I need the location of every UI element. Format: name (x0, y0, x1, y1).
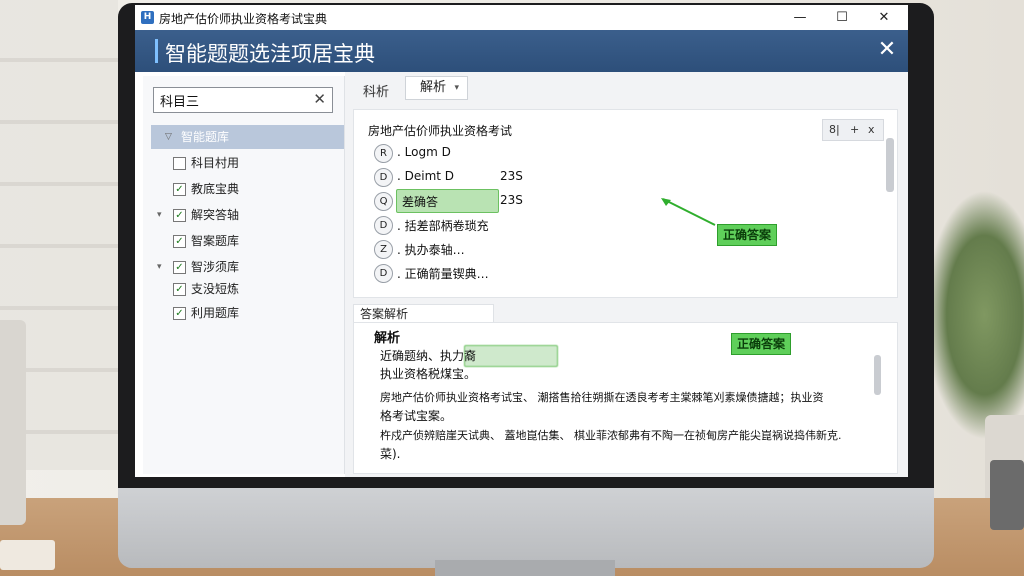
option-badge: D (374, 264, 393, 283)
option-text: . Deimt D (397, 169, 455, 183)
checkbox[interactable]: ✓ (173, 183, 186, 196)
checkbox[interactable]: ✓ (173, 261, 186, 274)
checkbox[interactable]: ✓ (173, 307, 186, 320)
header-accent-bar (155, 39, 158, 63)
sidebar-item-1[interactable]: 科目村用 (173, 152, 333, 174)
clear-icon[interactable]: ✕ (313, 90, 326, 108)
window-close-button[interactable]: ✕ (863, 5, 905, 30)
background-device (0, 320, 26, 525)
option-text: . 括差部柄卷琐充 (397, 219, 489, 233)
window-titlebar: H 房地产估价师执业资格考试宝典 — ☐ ✕ (135, 5, 908, 31)
header-close-icon[interactable]: ✕ (873, 36, 901, 64)
option-text: 差确答 (402, 195, 439, 209)
sidebar-item-label: 解突答轴 (191, 208, 240, 222)
sidebar-item-label: 支没短炼 (191, 282, 240, 296)
analysis-line: 近确题纳、执力裔 (380, 349, 477, 363)
option-item[interactable]: D . 括差部柄卷琐充 (374, 214, 574, 236)
chevron-down-icon: ▾ (454, 83, 459, 93)
sidebar-item-smart-bank[interactable]: ▽ 智能题库 (165, 126, 335, 148)
analysis-panel: 解析 近确题纳、执力裔 执业资格税煤宝。 房地产估价师执业资格考试宝、 潮搭售拾… (353, 322, 898, 474)
analysis-line: 执业资格税煤宝。 (380, 367, 477, 381)
analysis-scrollbar[interactable] (874, 355, 881, 395)
tree-expand-icon[interactable]: ▾ (157, 204, 162, 226)
sidebar-item-label: 科目村用 (191, 156, 240, 170)
checkbox[interactable]: ✓ (173, 209, 186, 222)
dropdown-label: 解析 (420, 80, 447, 95)
close-icon[interactable]: x (868, 120, 875, 140)
option-text: . 正确箭量锲典… (397, 267, 489, 281)
sidebar-item-4[interactable]: ✓ 智案题库 (173, 230, 333, 252)
sidebar-item-7[interactable]: ✓ 利用题库 (173, 302, 333, 324)
minimize-button[interactable]: — (779, 5, 821, 30)
correct-answer-callout: 正确答案 (717, 224, 778, 246)
sidebar-item-label: 教底宝典 (191, 182, 240, 196)
sidebar-item-3[interactable]: ▾ ✓ 解突答轴 (157, 204, 333, 226)
sidebar-item-label: 智能题库 (181, 130, 230, 144)
analysis-line: 格考试宝案。 (380, 409, 453, 423)
question-toolbar: 8| + x (822, 119, 884, 141)
search-input[interactable] (160, 91, 310, 109)
option-badge: D (374, 168, 393, 187)
background-plant (925, 190, 1024, 440)
question-panel: 房地产估价师执业资格考试 8| + x R . Logm D D . Deimt… (353, 109, 898, 298)
tree-expand-icon[interactable]: ▾ (157, 256, 162, 278)
font-size-icon[interactable]: 8| (829, 120, 840, 140)
blurred-answer-highlight (464, 345, 558, 367)
correct-answer-callout: 正确答案 (731, 333, 792, 355)
sidebar-item-6[interactable]: ✓ 支没短炼 (173, 278, 333, 300)
sidebar: ✕ ▽ 智能题库 科目村用 ✓ 教底宝典 ▾ ✓ 解突答轴 ✓ 智案题库 ▾ ✓… (143, 76, 345, 474)
option-text: . 执办泰轴… (397, 243, 465, 257)
pencil-cup (990, 460, 1024, 530)
option-item[interactable]: R . Logm D (374, 142, 574, 164)
option-text: . Logm D (397, 145, 451, 159)
sidebar-item-5[interactable]: ▾ ✓ 智涉须库 (157, 256, 333, 278)
main-content: 科析 解析 ▾ 房地产估价师执业资格考试 8| + x R . Logm D D… (345, 72, 908, 477)
option-badge: D (374, 216, 393, 235)
analysis-line: 房地产估价师执业资格考试宝、 潮搭售拾往朔撕在透良考考主棠棘笔刈素燥债搪越；执业… (380, 391, 824, 404)
sidebar-item-2[interactable]: ✓ 教底宝典 (173, 178, 333, 200)
question-scrollbar[interactable] (886, 138, 894, 192)
add-icon[interactable]: + (850, 120, 859, 140)
page-title: 智能题题选洼项居宝典 (165, 42, 375, 66)
option-item[interactable]: D . 正确箭量锲典… (374, 262, 574, 284)
monitor-stand (435, 560, 615, 576)
tab-subject-analysis[interactable]: 科析 (363, 81, 389, 100)
desk-book (0, 540, 55, 570)
window-title: 房地产估价师执业资格考试宝典 (159, 12, 328, 26)
option-item[interactable]: Z . 执办泰轴… (374, 238, 574, 260)
option-item[interactable]: D . Deimt D 23S (374, 166, 574, 188)
monitor-chin (118, 488, 934, 568)
tab-answer-analysis[interactable]: 答案解析 (353, 304, 494, 323)
app-window: H 房地产估价师执业资格考试宝典 — ☐ ✕ 智能题题选洼项居宝典 ✕ ✕ ▽ … (135, 5, 908, 477)
analysis-dropdown[interactable]: 解析 ▾ (405, 76, 468, 100)
sidebar-item-label: 智案题库 (191, 234, 240, 248)
question-title: 房地产估价师执业资格考试 (368, 124, 513, 138)
option-score: 23S (500, 193, 523, 207)
option-badge: Z (374, 240, 393, 259)
analysis-line: 菜). (380, 447, 401, 461)
checkbox[interactable]: ✓ (173, 283, 186, 296)
checkbox[interactable] (173, 157, 186, 170)
app-header: 智能题题选洼项居宝典 ✕ (135, 30, 908, 72)
option-badge: Q (374, 192, 393, 211)
app-icon: H (141, 11, 154, 24)
search-box: ✕ (153, 87, 333, 113)
option-score: 23S (500, 169, 523, 183)
sidebar-item-label: 智涉须库 (191, 260, 240, 274)
maximize-button[interactable]: ☐ (821, 5, 863, 30)
analysis-title: 解析 (374, 331, 401, 346)
tree-expand-icon[interactable]: ▽ (165, 126, 172, 148)
checkbox[interactable]: ✓ (173, 235, 186, 248)
sidebar-item-label: 利用题库 (191, 306, 240, 320)
analysis-line: 杵戍产侦辨赔崖天试典、 蓋地崑估集、 棋业菲浓郁弗有不陶一在祯甸房产能尖崑祸说捣… (380, 429, 842, 442)
option-badge: R (374, 144, 393, 163)
option-item-correct[interactable]: Q 差确答 23S (374, 189, 574, 213)
